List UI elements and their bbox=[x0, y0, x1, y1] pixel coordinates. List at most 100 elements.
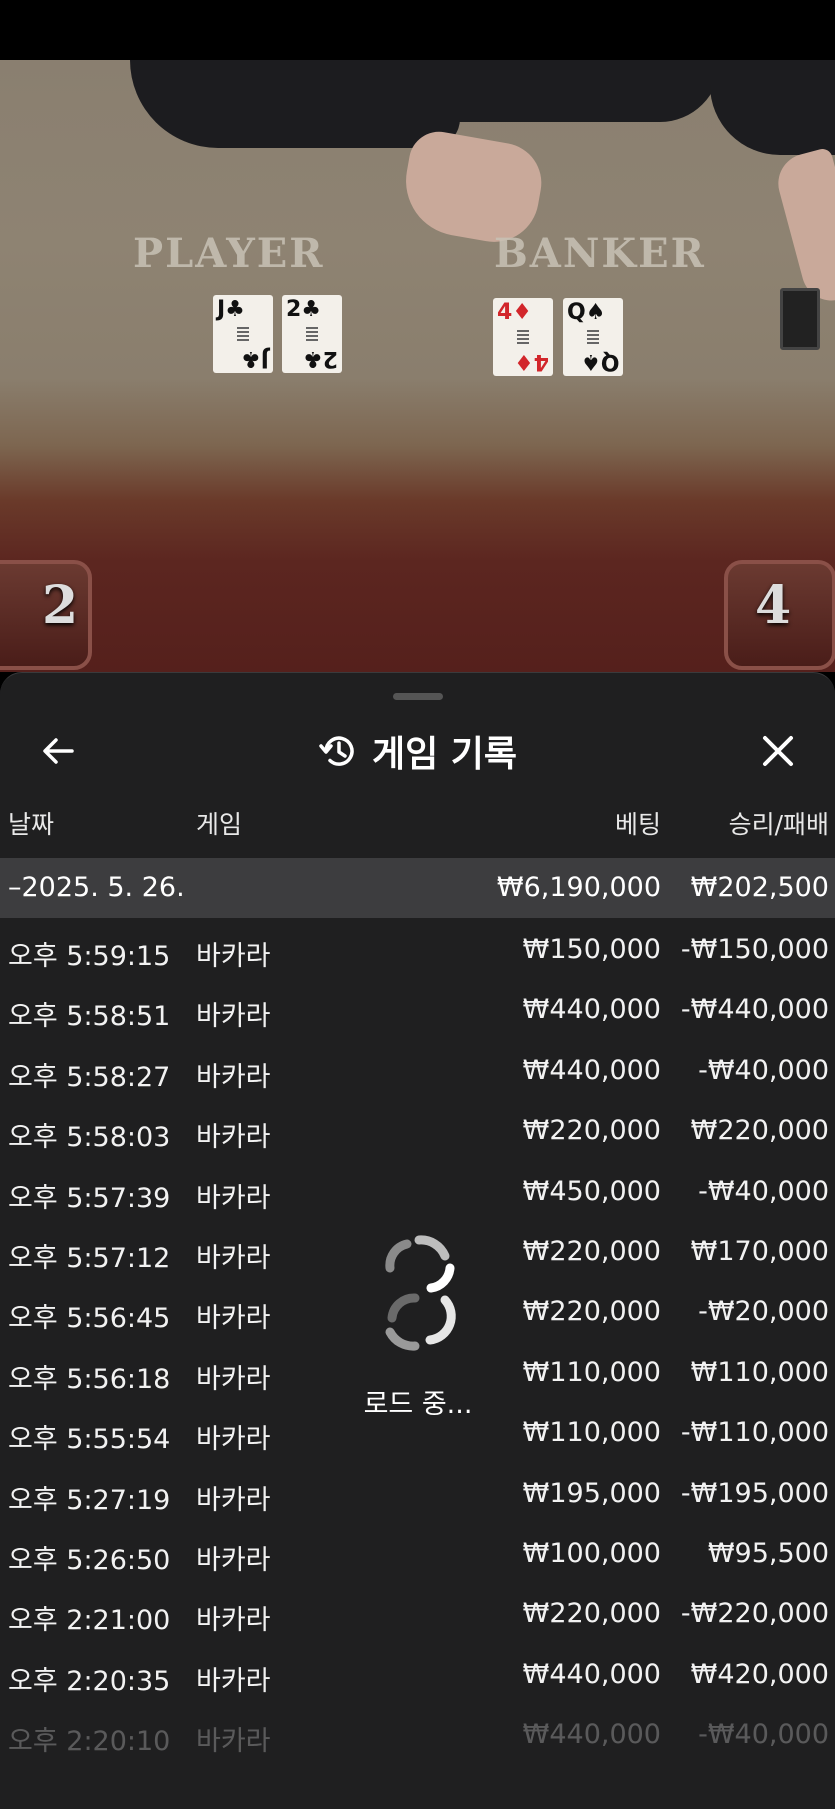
card-rank-suit-inverted: 4♦ bbox=[513, 349, 549, 374]
row-time: 오후 5:58:51 bbox=[8, 1001, 171, 1033]
row-game: 바카라 bbox=[196, 1242, 271, 1274]
row-bet: ₩220,000 bbox=[522, 1115, 661, 1147]
row-game: 바카라 bbox=[196, 1061, 271, 1093]
row-win-loss: -₩40,000 bbox=[698, 1054, 829, 1086]
row-win-loss: -₩220,000 bbox=[680, 1598, 829, 1630]
card-rank-suit: Q♠ bbox=[567, 300, 606, 325]
history-row[interactable]: 오후 5:26:50 바카라 ₩100,000 ₩95,500 bbox=[0, 1522, 835, 1582]
row-time: 오후 5:58:03 bbox=[8, 1122, 171, 1154]
row-win-loss: -₩110,000 bbox=[680, 1417, 829, 1449]
banker-label: BANKER bbox=[494, 230, 706, 277]
row-bet: ₩110,000 bbox=[522, 1417, 661, 1449]
row-win-loss: ₩220,000 bbox=[690, 1115, 829, 1147]
row-win-loss: ₩170,000 bbox=[690, 1235, 829, 1267]
history-row[interactable]: 오후 5:58:27 바카라 ₩440,000 -₩40,000 bbox=[0, 1039, 835, 1099]
row-game: 바카라 bbox=[196, 941, 271, 972]
history-row[interactable]: 오후 2:20:35 바카라 ₩440,000 ₩420,000 bbox=[0, 1643, 835, 1703]
row-win-loss: -₩40,000 bbox=[698, 1719, 829, 1751]
dealer-sleeve-right bbox=[710, 60, 835, 155]
row-bet: ₩150,000 bbox=[522, 934, 661, 965]
row-bet: ₩110,000 bbox=[522, 1356, 661, 1388]
row-game: 바카라 bbox=[196, 1605, 271, 1637]
row-game: 바카라 bbox=[196, 1544, 271, 1576]
row-time: 오후 5:57:12 bbox=[8, 1242, 171, 1274]
row-win-loss: -₩440,000 bbox=[680, 994, 829, 1026]
row-game: 바카라 bbox=[196, 1122, 271, 1154]
summary-win-loss: ₩202,500 bbox=[690, 872, 829, 903]
history-row[interactable]: 오후 5:27:19 바카라 ₩195,000 -₩195,000 bbox=[0, 1462, 835, 1522]
sheet-grabber[interactable] bbox=[393, 693, 443, 700]
history-icon bbox=[319, 736, 354, 766]
card-pattern bbox=[306, 327, 318, 341]
loading-spinner bbox=[335, 1228, 505, 1362]
history-row[interactable]: 오후 5:57:39 바카라 ₩450,000 -₩40,000 bbox=[0, 1160, 835, 1220]
row-time: 오후 5:59:15 bbox=[8, 941, 171, 972]
card-pattern bbox=[517, 330, 529, 344]
row-time: 오후 5:56:45 bbox=[8, 1303, 171, 1335]
card-pattern bbox=[237, 327, 249, 341]
banker-card-1: 4♦ 4♦ bbox=[493, 298, 553, 376]
row-bet: ₩450,000 bbox=[522, 1175, 661, 1207]
row-time: 오후 2:20:35 bbox=[8, 1665, 171, 1697]
status-bar bbox=[0, 0, 835, 60]
history-row[interactable]: 오후 2:20:10 바카라 ₩440,000 -₩40,000 bbox=[0, 1703, 835, 1763]
row-time: 오후 5:26:50 bbox=[8, 1544, 171, 1576]
row-win-loss: ₩110,000 bbox=[690, 1356, 829, 1388]
row-bet: ₩100,000 bbox=[522, 1537, 661, 1569]
row-time: 오후 5:58:27 bbox=[8, 1061, 171, 1093]
banker-score: 4 bbox=[755, 575, 792, 636]
history-row[interactable]: 오후 5:58:03 바카라 ₩220,000 ₩220,000 bbox=[0, 1099, 835, 1159]
row-game: 바카라 bbox=[196, 1182, 271, 1214]
close-button[interactable] bbox=[748, 721, 808, 781]
dealer-sleeve bbox=[130, 60, 460, 148]
summary-date: –2025. 5. 26. bbox=[8, 872, 185, 903]
date-summary-row[interactable]: –2025. 5. 26. ₩6,190,000 ₩202,500 bbox=[0, 858, 835, 918]
sheet-title: 게임 기록 bbox=[371, 734, 517, 775]
column-date: 날짜 bbox=[8, 810, 55, 839]
row-game: 바카라 bbox=[196, 1001, 271, 1033]
row-win-loss: ₩420,000 bbox=[690, 1658, 829, 1690]
card-rank-suit: J♣ bbox=[217, 297, 245, 322]
row-game: 바카라 bbox=[196, 1484, 271, 1516]
row-bet: ₩220,000 bbox=[522, 1296, 661, 1328]
row-bet: ₩220,000 bbox=[522, 1235, 661, 1267]
column-bet: 베팅 bbox=[614, 810, 661, 839]
row-game: 바카라 bbox=[196, 1424, 271, 1456]
player-card-2: 2♣ 2♣ bbox=[282, 295, 342, 373]
row-win-loss: -₩195,000 bbox=[680, 1477, 829, 1509]
live-video: PLAYER BANKER J♣ J♣ 2♣ 2♣ 4♦ 4♦ Q♠ Q♠ 2 4 bbox=[0, 60, 835, 672]
row-bet: ₩440,000 bbox=[522, 1719, 661, 1751]
sheet-title-group: 게임 기록 bbox=[0, 721, 835, 781]
history-row[interactable]: 오후 2:21:00 바카라 ₩220,000 -₩220,000 bbox=[0, 1582, 835, 1642]
column-game: 게임 bbox=[196, 810, 243, 839]
history-row[interactable]: 오후 5:59:15 바카라 ₩150,000 -₩150,000 bbox=[0, 918, 835, 978]
row-game: 바카라 bbox=[196, 1363, 271, 1395]
history-row[interactable]: 오후 5:58:51 바카라 ₩440,000 -₩440,000 bbox=[0, 978, 835, 1038]
row-bet: ₩220,000 bbox=[522, 1598, 661, 1630]
row-bet: ₩440,000 bbox=[522, 1054, 661, 1086]
column-win-loss: 승리/패배 bbox=[728, 810, 829, 839]
row-win-loss: -₩40,000 bbox=[698, 1175, 829, 1207]
row-time: 오후 5:56:18 bbox=[8, 1363, 171, 1395]
table-header: 날짜 게임 베팅 승리/패배 bbox=[0, 805, 835, 857]
row-win-loss: -₩20,000 bbox=[698, 1296, 829, 1328]
row-time: 오후 5:55:54 bbox=[8, 1424, 171, 1456]
player-score: 2 bbox=[42, 575, 79, 636]
row-time: 오후 2:21:00 bbox=[8, 1605, 171, 1637]
row-game: 바카라 bbox=[196, 1303, 271, 1335]
row-win-loss: ₩95,500 bbox=[707, 1537, 829, 1569]
row-time: 오후 2:20:10 bbox=[8, 1726, 171, 1758]
loading-text: 로드 중... bbox=[363, 1389, 473, 1420]
row-game: 바카라 bbox=[196, 1726, 271, 1758]
row-time: 오후 5:27:19 bbox=[8, 1484, 171, 1516]
dealer-hand-right bbox=[771, 146, 835, 308]
summary-bet: ₩6,190,000 bbox=[496, 872, 661, 903]
row-win-loss: -₩150,000 bbox=[680, 934, 829, 965]
spinner-icon bbox=[385, 1235, 456, 1351]
card-rank-suit: 2♣ bbox=[286, 297, 322, 322]
close-icon bbox=[763, 736, 793, 766]
card-shoe bbox=[780, 288, 820, 350]
card-pattern bbox=[587, 330, 599, 344]
player-card-1: J♣ J♣ bbox=[213, 295, 273, 373]
row-bet: ₩440,000 bbox=[522, 1658, 661, 1690]
